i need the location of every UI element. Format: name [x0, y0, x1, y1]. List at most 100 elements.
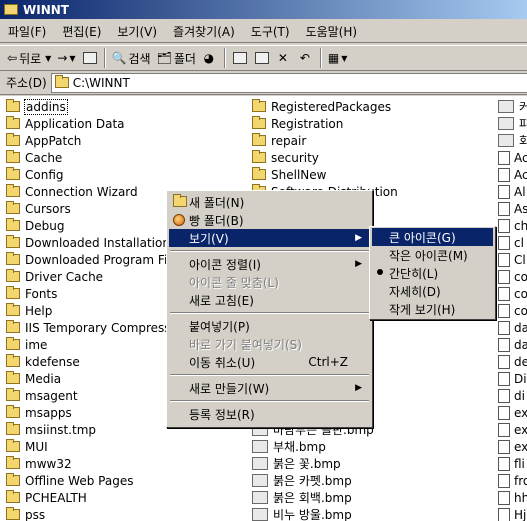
list-item[interactable]: IIS Temporary Compress: [6, 319, 179, 336]
view-small-icons[interactable]: 작은 아이콘(M): [372, 246, 493, 264]
list-item[interactable]: da: [498, 319, 527, 336]
folder-icon: [6, 320, 20, 333]
list-item[interactable]: Cl: [498, 251, 527, 268]
view-list[interactable]: 간단히(L): [372, 264, 493, 282]
menu-view[interactable]: 보기(V): [109, 22, 165, 42]
list-item[interactable]: 파: [498, 115, 527, 132]
menu-tools[interactable]: 도구(T): [243, 22, 298, 42]
delete-button[interactable]: ✕: [273, 47, 295, 69]
list-item[interactable]: Connection Wizard: [6, 183, 179, 200]
list-item[interactable]: AppPatch: [6, 132, 179, 149]
ctx-label: 아이콘 정렬(I): [189, 257, 261, 272]
ctx-bread-folder[interactable]: 빵 폴더(B): [169, 211, 370, 229]
list-item[interactable]: Fonts: [6, 285, 179, 302]
list-item[interactable]: PCHEALTH: [6, 489, 179, 506]
ctx-label: 새 폴더(N): [189, 195, 245, 210]
list-item-label: ex: [514, 422, 527, 437]
address-input[interactable]: C:\WINNT: [50, 72, 527, 93]
list-item[interactable]: Help: [6, 302, 179, 319]
search-button[interactable]: 🔍 검색: [109, 47, 154, 69]
view-thumbnails[interactable]: 작게 보기(H): [372, 300, 493, 318]
move-to-button[interactable]: [229, 47, 251, 69]
history-button[interactable]: ◕: [199, 47, 221, 69]
menu-edit[interactable]: 편집(E): [54, 22, 109, 42]
list-item[interactable]: 커: [498, 98, 527, 115]
list-item[interactable]: fli: [498, 455, 527, 472]
list-item[interactable]: Driver Cache: [6, 268, 179, 285]
list-item[interactable]: RegisteredPackages: [252, 98, 399, 115]
list-item[interactable]: co: [498, 268, 527, 285]
search-label: 검색: [128, 51, 151, 66]
views-button[interactable]: ▦ ▼: [325, 47, 351, 69]
list-item[interactable]: Offline Web Pages: [6, 472, 179, 489]
menu-file[interactable]: 파일(F): [0, 22, 54, 42]
undo-button[interactable]: ↶: [295, 47, 317, 69]
list-item[interactable]: co: [498, 285, 527, 302]
list-item[interactable]: Ac: [498, 149, 527, 166]
list-item[interactable]: mww32: [6, 455, 179, 472]
list-item[interactable]: Application Data: [6, 115, 179, 132]
list-item[interactable]: ShellNew: [252, 166, 399, 183]
list-item[interactable]: da: [498, 336, 527, 353]
list-item[interactable]: Di: [498, 370, 527, 387]
list-item[interactable]: Registration: [252, 115, 399, 132]
list-item[interactable]: Ac: [498, 166, 527, 183]
list-item[interactable]: Al: [498, 183, 527, 200]
list-item[interactable]: 붉은 꽃.bmp: [252, 455, 399, 472]
forward-button[interactable]: → ▼: [54, 47, 78, 69]
list-item[interactable]: msiinst.tmp: [6, 421, 179, 438]
list-item[interactable]: 붉은 카펫.bmp: [252, 472, 399, 489]
list-item[interactable]: ex: [498, 404, 527, 421]
ctx-properties[interactable]: 등록 정보(R): [169, 405, 370, 423]
menu-help[interactable]: 도움말(H): [298, 22, 366, 42]
view-large-icons[interactable]: 큰 아이콘(G): [372, 228, 493, 246]
list-item[interactable]: Debug: [6, 217, 179, 234]
list-item[interactable]: ex: [498, 421, 527, 438]
list-item[interactable]: Hj: [498, 506, 527, 521]
list-item[interactable]: MUI: [6, 438, 179, 455]
list-item[interactable]: Media: [6, 370, 179, 387]
list-item[interactable]: addins: [6, 98, 179, 115]
list-item[interactable]: ime: [6, 336, 179, 353]
ctx-new-folder[interactable]: 새 폴더(N): [169, 193, 370, 211]
ctx-new[interactable]: 새로 만들기(W) ▶: [169, 379, 370, 397]
list-item[interactable]: co: [498, 302, 527, 319]
list-item[interactable]: msapps: [6, 404, 179, 421]
list-item[interactable]: cl: [498, 234, 527, 251]
list-item[interactable]: Cursors: [6, 200, 179, 217]
list-item[interactable]: pss: [6, 506, 179, 521]
list-item[interactable]: kdefense: [6, 353, 179, 370]
ctx-refresh[interactable]: 새로 고침(E): [169, 291, 370, 309]
list-item[interactable]: 비누 방울.bmp: [252, 506, 399, 521]
list-item[interactable]: security: [252, 149, 399, 166]
list-item[interactable]: Cache: [6, 149, 179, 166]
back-button[interactable]: ⇦ 뒤로 ▼: [4, 47, 54, 69]
list-item[interactable]: Downloaded Installations: [6, 234, 179, 251]
list-item[interactable]: 회: [498, 132, 527, 149]
list-item[interactable]: repair: [252, 132, 399, 149]
menu-favorites[interactable]: 즐겨찾기(A): [165, 22, 243, 42]
list-item[interactable]: 붉은 회백.bmp: [252, 489, 399, 506]
list-item[interactable]: de: [498, 353, 527, 370]
list-item[interactable]: Downloaded Program File: [6, 251, 179, 268]
list-item[interactable]: 부채.bmp: [252, 438, 399, 455]
ctx-paste[interactable]: 붙여넣기(P): [169, 317, 370, 335]
address-bar: 주소(D) C:\WINNT: [0, 71, 527, 95]
list-item[interactable]: hh: [498, 489, 527, 506]
list-item[interactable]: As: [498, 200, 527, 217]
ctx-undo-move[interactable]: 이동 취소(U) Ctrl+Z: [169, 353, 370, 371]
folders-button[interactable]: 🗂 폴더: [154, 47, 199, 69]
list-item[interactable]: ch: [498, 217, 527, 234]
list-item[interactable]: fro: [498, 472, 527, 489]
ctx-view[interactable]: 보기(V) ▶: [169, 229, 370, 247]
list-item[interactable]: Config: [6, 166, 179, 183]
list-item[interactable]: ex: [498, 438, 527, 455]
copy-to-button[interactable]: [251, 47, 273, 69]
list-item[interactable]: msagent: [6, 387, 179, 404]
view-details[interactable]: 자세히(D): [372, 282, 493, 300]
bitmap-file-icon: [498, 117, 514, 130]
list-item[interactable]: di: [498, 387, 527, 404]
up-folder-button[interactable]: [79, 47, 101, 69]
ctx-arrange-icons[interactable]: 아이콘 정렬(I) ▶: [169, 255, 370, 273]
ctx-label: 바로 가기 붙여넣기(S): [189, 337, 302, 352]
